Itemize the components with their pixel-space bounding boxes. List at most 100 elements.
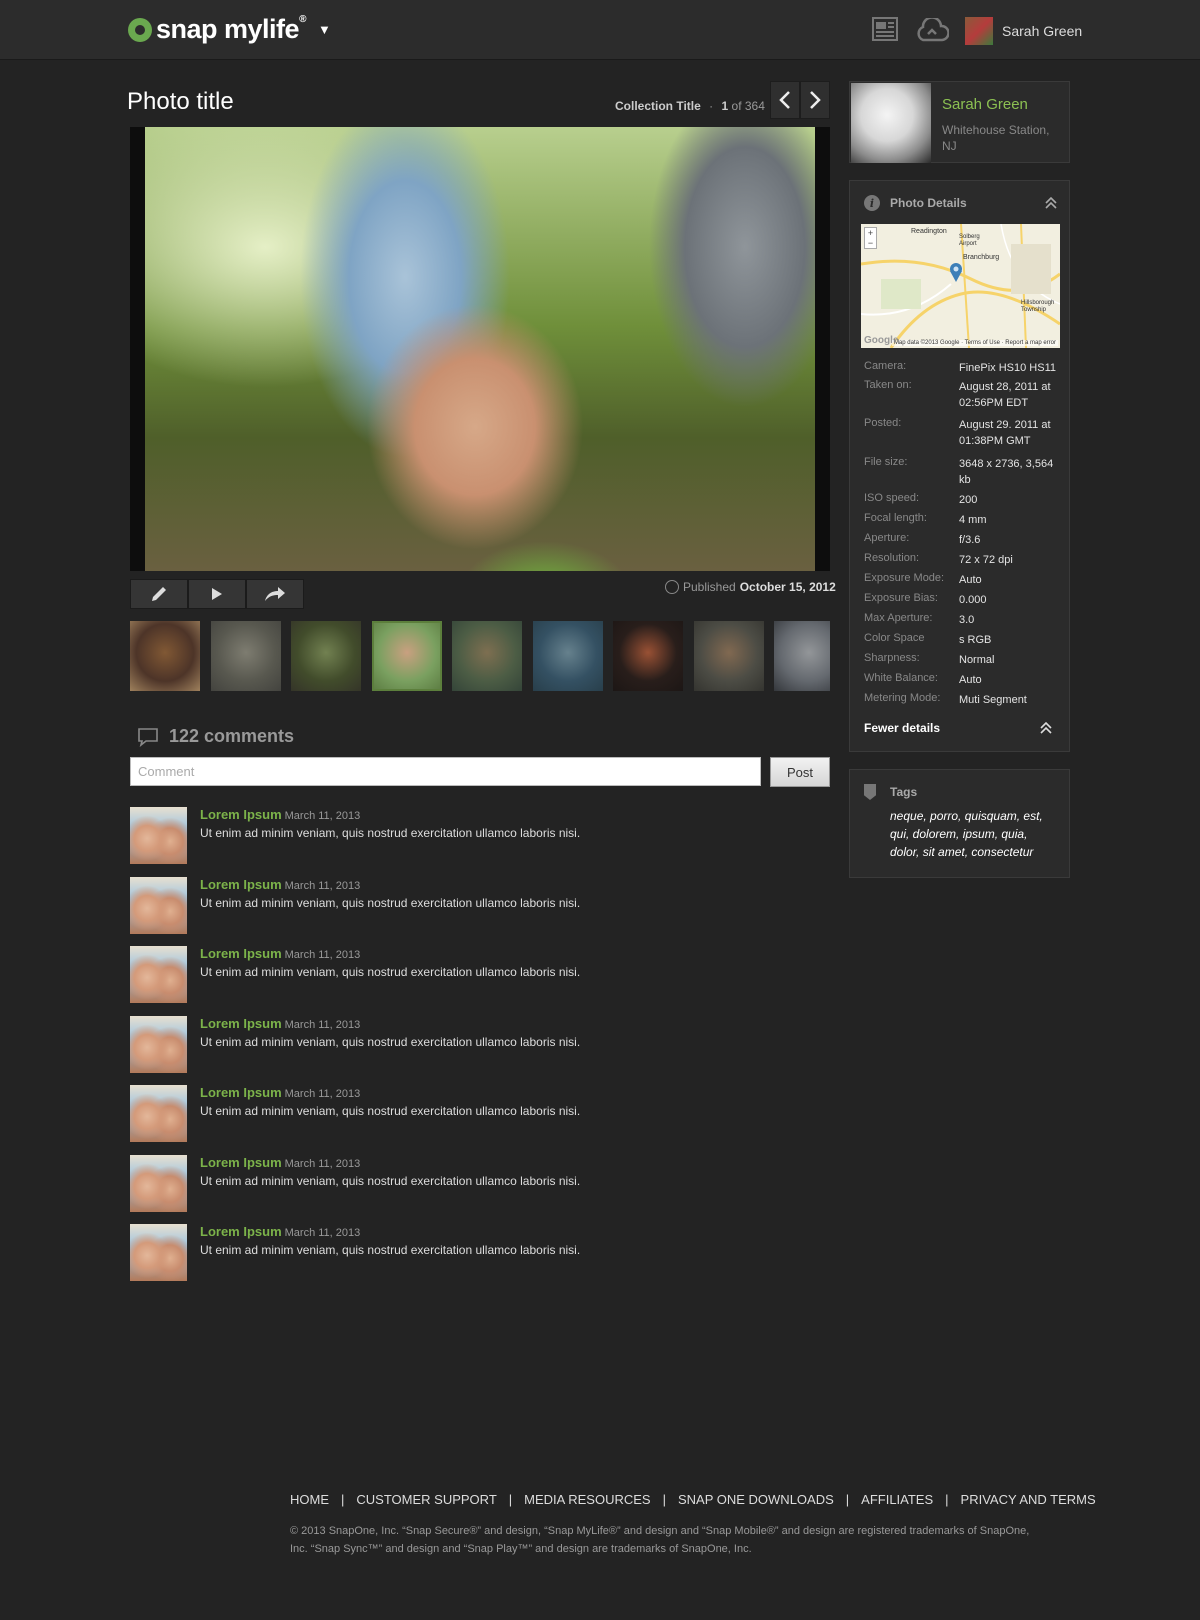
published-date: October 15, 2012 [739, 580, 836, 594]
photo-details-header: i Photo Details [864, 195, 967, 211]
comment-date: March 11, 2013 [284, 1088, 361, 1100]
comment-item: Lorem Ipsum March 11, 2013 Ut enim ad mini… [130, 1015, 830, 1086]
news-feed-icon[interactable] [872, 16, 898, 47]
chevron-right-icon [810, 91, 821, 109]
comment-author[interactable]: Lorem Ipsum March 11, 2013 [200, 877, 360, 892]
photo-details-heading: Photo Details [890, 196, 967, 210]
share-arrow-icon [265, 587, 285, 601]
map-credit[interactable]: Map data ©2013 Google · Terms of Use · R… [891, 340, 1058, 346]
spec-value: Normal [959, 654, 995, 666]
thumbnail[interactable] [210, 621, 281, 691]
profile-name[interactable]: Sarah Green [942, 96, 1028, 113]
share-button[interactable] [246, 579, 304, 609]
user-menu[interactable]: Sarah Green [965, 17, 1082, 45]
thumbnail[interactable] [693, 621, 764, 691]
map-zoom-control[interactable]: + − [864, 227, 877, 249]
user-name: Sarah Green [1002, 23, 1083, 39]
comment-author[interactable]: Lorem Ipsum March 11, 2013 [200, 946, 360, 961]
map-label: Branchburg [963, 254, 1000, 261]
comment-date: March 11, 2013 [284, 1157, 361, 1170]
thumbnail[interactable] [774, 621, 830, 691]
comment-text: Ut enim ad minim veniam, quis nostrud ex… [200, 1243, 581, 1257]
comment-author[interactable]: Lorem Ipsum March 11, 2013 [200, 1085, 360, 1100]
photo-toolbar [130, 579, 304, 609]
footer-separator: | [845, 1492, 850, 1507]
tags-list[interactable]: neque, porro, quisquam, est, qui, dolore… [890, 807, 1060, 861]
app-menu-chevron-down-icon[interactable]: ▼ [318, 22, 331, 37]
comment-text: Ut enim ad minim veniam, quis nostrud ex… [200, 895, 581, 910]
comment-item: Lorem Ipsum March 11, 2013 Ut enim ad mini… [130, 1224, 830, 1294]
slideshow-button[interactable] [188, 579, 246, 609]
thumbnail[interactable] [613, 621, 683, 691]
thumbnail[interactable] [371, 621, 442, 691]
collapse-chevron-up-icon[interactable] [1040, 721, 1052, 739]
footer-link[interactable]: MEDIA RESOURCES [524, 1492, 650, 1507]
fewer-details-link[interactable]: Fewer details [864, 721, 940, 735]
tag-icon [864, 784, 876, 800]
photo-total: of 364 [731, 99, 765, 113]
commenter-avatar[interactable] [130, 876, 187, 934]
cloud-icon[interactable] [915, 16, 950, 47]
comment-text: Ut enim ad minim veniam, quis nostrud ex… [200, 1104, 581, 1118]
map-label: Hillsborough Township [1021, 300, 1055, 313]
footer-separator: | [341, 1492, 345, 1507]
comment-author[interactable]: Lorem Ipsum March 11, 2013 [200, 1155, 360, 1170]
footer-separator: | [508, 1492, 513, 1507]
comment-author[interactable]: Lorem Ipsum March 11, 2013 [200, 1224, 360, 1239]
comment-author[interactable]: Lorem Ipsum March 11, 2013 [200, 807, 360, 822]
thumbnail[interactable] [130, 621, 200, 691]
collection-title[interactable]: Collection Title [615, 99, 701, 113]
chevron-left-icon [779, 91, 790, 109]
spec-value: August 28, 2011 at 02:56PM EDT [959, 381, 1051, 409]
main-photo[interactable] [145, 127, 815, 571]
footer-link[interactable]: AFFILIATES [861, 1492, 933, 1507]
commenter-avatar[interactable] [130, 946, 187, 1003]
photo-details-panel: i Photo Details + − Readington Solberg Ai… [849, 180, 1070, 752]
map-label: Readington [911, 228, 947, 235]
legal-text: © 2013 SnapOne, Inc. “Snap Secure®” and … [290, 1525, 1030, 1555]
spec-label: ISO speed: [864, 492, 920, 504]
comment-item: Lorem Ipsum March 11, 2013 Ut enim ad mini… [130, 1085, 830, 1155]
thumbnail[interactable] [532, 621, 603, 691]
commenter-avatar[interactable] [130, 1015, 187, 1073]
footer-link[interactable]: CUSTOMER SUPPORT [356, 1492, 496, 1507]
logo[interactable]: snap mylife® ▼ [128, 14, 331, 45]
footer-link[interactable]: SNAP ONE DOWNLOADS [678, 1492, 834, 1507]
profile-photo[interactable] [851, 83, 931, 163]
comment-author[interactable]: Lorem Ipsum March 11, 2013 [200, 1016, 360, 1031]
spec-label: Metering Mode: [864, 692, 941, 704]
collection-separator: · [709, 99, 714, 113]
post-comment-button[interactable]: Post [770, 757, 830, 787]
previous-photo-button[interactable] [770, 81, 800, 119]
logo-mark-icon [128, 17, 152, 42]
spec-label: Camera: [864, 360, 907, 372]
top-bar: snap mylife® ▼ Sarah Green [0, 0, 1200, 60]
commenter-avatar[interactable] [130, 807, 187, 864]
globe-icon [665, 580, 679, 594]
spec-value: Muti Segment [959, 694, 1027, 706]
spec-value: Auto [959, 574, 982, 586]
spec-label: File size: [864, 456, 908, 468]
footer-separator: | [945, 1492, 949, 1507]
profile-location: Whitehouse Station, NJ [942, 123, 1050, 153]
comment-input[interactable] [130, 757, 761, 786]
spec-label: Sharpness: [864, 652, 920, 664]
comment-text: Ut enim ad minim veniam, quis nostrud ex… [200, 1173, 581, 1188]
footer-link[interactable]: PRIVACY AND TERMS [961, 1492, 1096, 1507]
thumbnail[interactable] [452, 621, 522, 691]
next-photo-button[interactable] [800, 81, 830, 119]
footer-link[interactable]: HOME [290, 1492, 329, 1507]
thumbnail-strip [130, 621, 830, 691]
footer-nav: HOME | CUSTOMER SUPPORT | MEDIA RESOURCES | SN… [290, 1492, 1096, 1507]
location-map[interactable]: + − Readington Solberg Airport Branchburg… [861, 224, 1060, 348]
collapse-chevron-up-icon[interactable] [1045, 196, 1057, 214]
commenter-avatar[interactable] [130, 1154, 187, 1212]
edit-button[interactable] [130, 579, 188, 609]
spec-label: White Balance: [864, 672, 938, 684]
commenter-avatar[interactable] [130, 1224, 187, 1281]
thumbnail[interactable] [291, 621, 361, 691]
comment-item: Lorem Ipsum March 11, 2013 Ut enim ad mini… [130, 1154, 830, 1225]
comment-item: Lorem Ipsum March 11, 2013 Ut enim ad mini… [130, 876, 830, 947]
commenter-avatar[interactable] [130, 1085, 187, 1142]
comment-text: Ut enim ad minim veniam, quis nostrud ex… [200, 1034, 581, 1049]
